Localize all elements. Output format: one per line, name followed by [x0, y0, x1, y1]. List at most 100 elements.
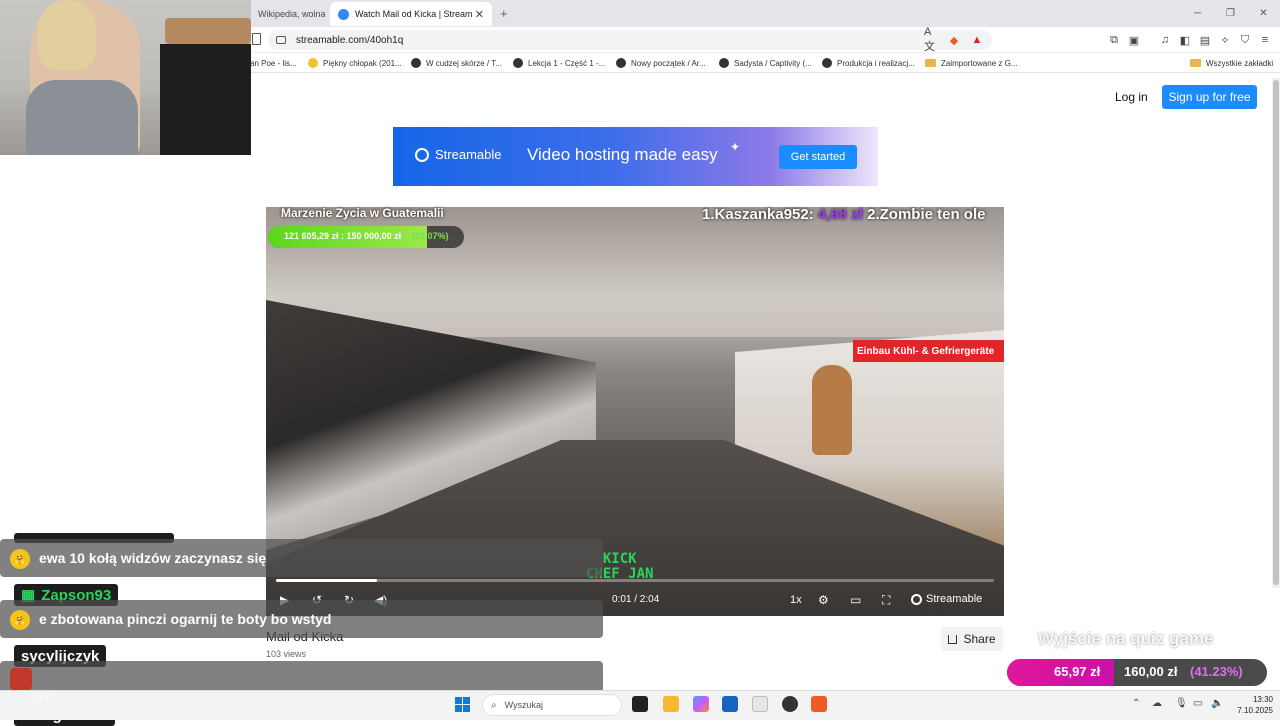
banner-headline: Video hosting made easy [527, 145, 718, 164]
video-time: 0:01 / 2:04 [612, 594, 660, 605]
signup-button[interactable]: Sign up for free [1162, 85, 1257, 109]
obs-icon[interactable] [782, 696, 798, 712]
bookmark-favicon-icon [411, 58, 421, 68]
onedrive-icon[interactable]: ☁ [1152, 698, 1162, 709]
hugging-face-emoji-icon: 🤗 [10, 610, 30, 630]
close-tab-icon[interactable]: ✕ [475, 8, 484, 21]
notepad-icon[interactable] [752, 696, 768, 712]
system-clock[interactable]: 13:30 7.10.2025 [1233, 694, 1273, 716]
window-controls: ─ ❐ ✕ [1181, 0, 1280, 27]
webcam-streamer-hair [38, 0, 96, 70]
hugging-face-emoji-icon: 🤗 [10, 549, 30, 569]
vpn-icon[interactable]: ⛉ [1237, 32, 1253, 48]
bookmark-item[interactable]: Nowy początek / Ar... [616, 55, 706, 71]
subgoal-target: 160,00 zł [1124, 664, 1178, 679]
webcam-streamer-top [26, 80, 138, 155]
seek-bar[interactable] [276, 579, 994, 582]
sidebar-icon[interactable]: ◧ [1177, 32, 1193, 48]
address-bar[interactable]: streamable.com/40oh1q [268, 30, 992, 50]
maximize-icon[interactable]: ❐ [1214, 0, 1247, 27]
settings-gear-icon[interactable]: ⚙ [818, 592, 829, 608]
tab-wikipedia[interactable]: Wikipedia, wolna e [250, 2, 325, 26]
playback-speed-button[interactable]: 1x [790, 594, 802, 606]
stream-overlay-title: Marzenie Zycia w Guatemalii [281, 206, 444, 220]
bookmark-favicon-icon [822, 58, 832, 68]
brave-shields-icon[interactable]: ◆ [946, 32, 962, 48]
fullscreen-icon[interactable]: ⛶ [882, 592, 890, 608]
login-link[interactable]: Log in [1115, 87, 1148, 107]
banner-logo: Streamable [415, 147, 501, 162]
view-count: 103 views [266, 649, 307, 659]
bookmark-item[interactable]: Piękny chłopak (201... [308, 55, 402, 71]
clock-date: 7.10.2025 [1237, 706, 1273, 715]
bookmark-icon[interactable] [252, 33, 261, 45]
subgoal-percent: (41.23%) [1190, 664, 1243, 679]
clock-time: 13:30 [1252, 695, 1273, 704]
task-view-icon[interactable] [632, 696, 648, 712]
subgoal-current: 65,97 zł [1054, 664, 1101, 679]
tab-streamable[interactable]: Watch Mail od Kicka | Streamable ✕ [330, 2, 492, 26]
tray-chevron-icon[interactable]: ⌃ [1132, 698, 1140, 709]
screenshot-icon[interactable]: ▣ [1126, 32, 1142, 48]
share-button[interactable]: Share [941, 627, 1003, 651]
folder-icon [925, 59, 936, 67]
copilot-icon[interactable] [693, 696, 709, 712]
donation-goal-percent: (81.07%) [412, 231, 449, 241]
tab-label: Wikipedia, wolna e [258, 9, 325, 19]
microphone-icon[interactable]: 🎙 [1175, 698, 1188, 709]
wallet-icon[interactable]: ▤ [1197, 32, 1213, 48]
extensions-icon[interactable]: ⧉ [1106, 32, 1122, 48]
search-icon: ⌕ [491, 699, 497, 711]
devil-emoji-icon [10, 668, 32, 690]
media-icon[interactable]: ♫ [1157, 32, 1173, 48]
leo-icon[interactable]: ✧ [1217, 32, 1233, 48]
all-bookmarks-folder[interactable]: Wszystkie zakładki [1190, 55, 1273, 71]
picture-in-picture-icon[interactable]: ▭ [850, 592, 861, 608]
store-sign: Einbau Kühl- & Gefriergeräte [853, 340, 1004, 362]
tab-label: Watch Mail od Kicka | Streamable [355, 9, 473, 19]
bookmark-item[interactable]: an Poe - lis... [250, 55, 297, 71]
webcam-background-object [165, 18, 251, 44]
seek-bar-progress [276, 579, 377, 582]
translate-icon[interactable]: A文 [924, 26, 940, 53]
webcam-background-shelf [160, 44, 251, 155]
donor-leaderboard: 1.Kaszanka952: 4,68 zł 2.Zombie ten ole [702, 206, 986, 223]
bookmark-favicon-icon [719, 58, 729, 68]
bookmark-item[interactable]: Sadysta / Captivity (... [719, 55, 812, 71]
video-person [812, 365, 852, 455]
weather-widget[interactable]: 13°C [33, 694, 51, 703]
get-started-button[interactable]: Get started [779, 145, 857, 169]
overlay-viewer-count: 11.486 [920, 603, 950, 614]
sparkle-icon: ✦ [730, 140, 741, 154]
minimize-icon[interactable]: ─ [1181, 0, 1214, 27]
file-explorer-icon[interactable] [663, 696, 679, 712]
chat-message-text: ewa 10 kołą widzów zaczynasz się [39, 550, 267, 566]
bookmark-item[interactable]: Produkcja i realizacj... [822, 55, 915, 71]
bookmark-item[interactable]: W cudzej skórze / T... [411, 55, 502, 71]
speaker-icon[interactable]: 🔈 [1211, 698, 1223, 709]
network-icon[interactable]: ▭ [1193, 698, 1202, 709]
brave-rewards-icon[interactable]: ▲ [969, 32, 985, 48]
scrollbar-thumb[interactable] [1273, 80, 1279, 585]
close-window-icon[interactable]: ✕ [1247, 0, 1280, 27]
share-icon [948, 634, 958, 644]
brave-browser-icon[interactable] [811, 696, 827, 712]
donation-goal-text: 121 605,29 zł : 150 000,00 zł [284, 231, 402, 241]
quiz-label: Wyjście na quiz game [1038, 629, 1214, 648]
streamable-logo-icon [415, 147, 429, 162]
new-tab-plus-icon[interactable]: + [500, 6, 508, 21]
bookmark-favicon-icon [308, 58, 318, 68]
site-info-icon[interactable] [276, 36, 286, 44]
url-text: streamable.com/40oh1q [296, 34, 404, 46]
bookmark-item[interactable]: Lekcja 1 - Część 1 -... [513, 55, 605, 71]
store-icon[interactable] [722, 696, 738, 712]
folder-icon [1190, 59, 1201, 67]
streamable-favicon-icon [338, 8, 349, 20]
taskbar-search[interactable]: ⌕ Wyszukaj [482, 694, 622, 716]
bookmark-folder[interactable]: Zaimportowane z G... [925, 55, 1017, 71]
bookmark-favicon-icon [513, 58, 523, 68]
chat-message-text: e zbotowana pinczi ogarnij te boty bo ws… [39, 611, 332, 627]
bookmark-favicon-icon [616, 58, 626, 68]
windows-start-icon[interactable] [455, 697, 470, 712]
menu-icon[interactable]: ≡ [1257, 32, 1273, 48]
